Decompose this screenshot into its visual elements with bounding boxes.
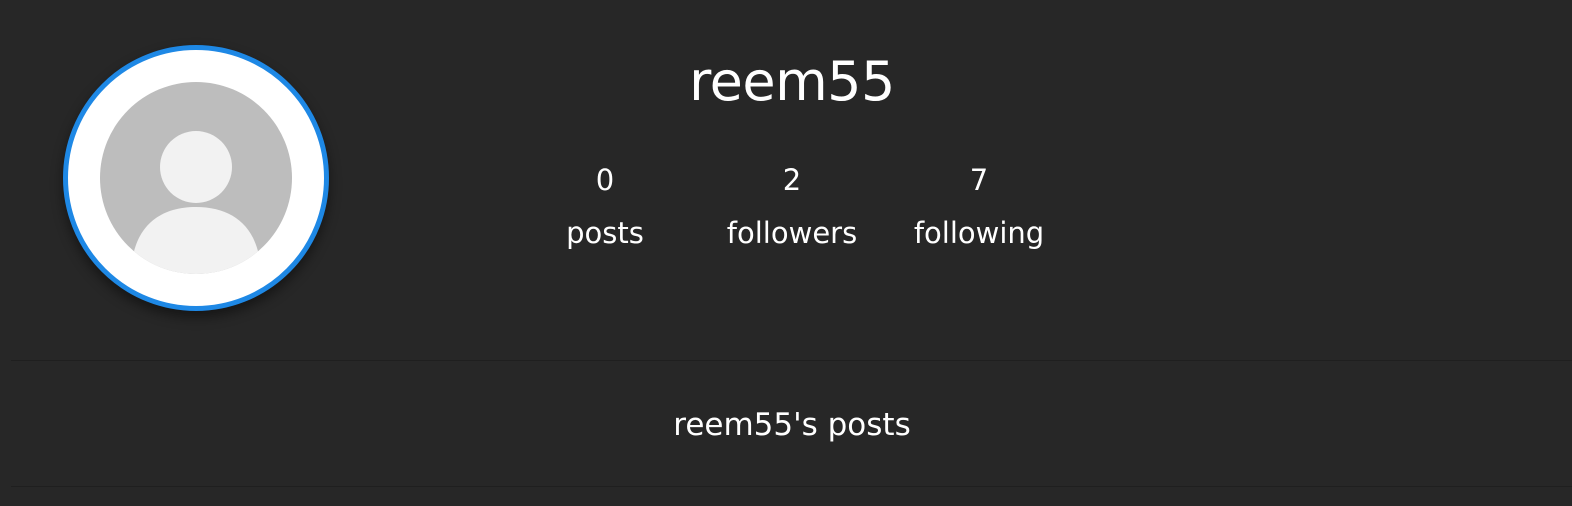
section-divider xyxy=(11,360,1572,361)
stat-followers-label: followers xyxy=(726,216,858,250)
posts-section-heading: reem55's posts xyxy=(673,407,911,443)
stat-followers-count: 2 xyxy=(782,163,802,197)
profile-username: reem55 xyxy=(689,50,895,113)
profile-header: reem55 0 posts 2 followers 7 following xyxy=(0,0,1572,360)
stat-following-count: 7 xyxy=(969,163,989,197)
stat-following-label: following xyxy=(913,216,1045,250)
default-user-icon xyxy=(100,82,292,274)
stat-followers[interactable]: 2 followers xyxy=(707,158,877,258)
stat-posts[interactable]: 0 posts xyxy=(520,158,690,258)
section-divider xyxy=(11,486,1572,487)
avatar[interactable] xyxy=(63,45,329,311)
stat-posts-count: 0 xyxy=(595,163,615,197)
stat-following[interactable]: 7 following xyxy=(894,158,1064,258)
stat-posts-label: posts xyxy=(566,216,644,250)
